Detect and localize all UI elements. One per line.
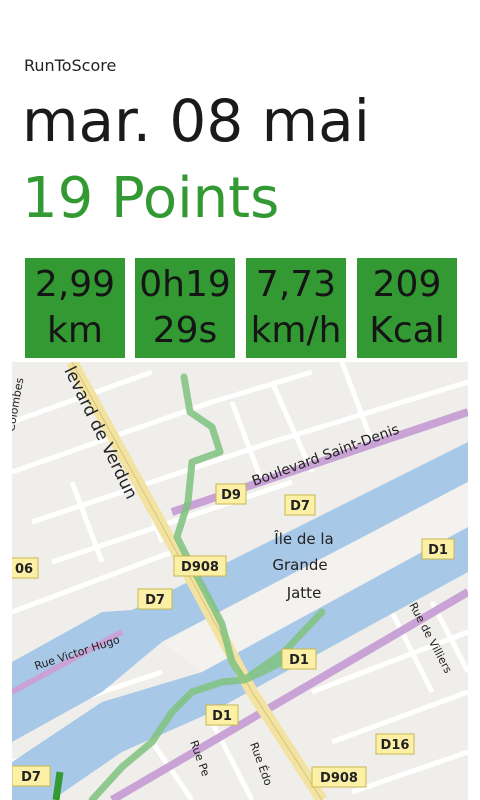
- svg-text:D7: D7: [290, 499, 310, 514]
- calories-tile[interactable]: 209 Kcal: [357, 258, 457, 358]
- shield-d7-left: D7: [12, 765, 51, 787]
- calories-value: 209: [372, 264, 442, 305]
- route-end-marker: [52, 771, 64, 800]
- shield-d1-center: D1: [281, 648, 317, 670]
- speed-tile[interactable]: 7,73 km/h: [246, 258, 346, 358]
- svg-text:Jatte: Jatte: [286, 584, 322, 602]
- svg-text:Grande: Grande: [272, 556, 327, 574]
- svg-text:D9: D9: [221, 488, 241, 503]
- app-name: RunToScore: [24, 56, 117, 75]
- svg-text:06: 06: [15, 562, 33, 577]
- distance-value: 2,99: [34, 264, 116, 305]
- shield-d1-right: D1: [421, 538, 455, 560]
- stats-tiles: 2,99 km 0h19 29s 7,73 km/h 209 Kcal: [25, 258, 457, 358]
- duration-tile[interactable]: 0h19 29s: [135, 258, 235, 358]
- shield-d908-bottom: D908: [311, 766, 367, 788]
- run-date: mar. 08 mai: [22, 87, 370, 155]
- shield-d16: D16: [375, 733, 415, 755]
- speed-value: 7,73: [255, 264, 337, 305]
- svg-text:Île de la: Île de la: [273, 529, 333, 548]
- shield-d7-top: D7: [284, 494, 316, 516]
- svg-text:D7: D7: [145, 593, 165, 608]
- map-canvas[interactable]: levard de Verdun Boulevard Saint-Denis R…: [12, 362, 468, 800]
- calories-unit: Kcal: [369, 310, 445, 351]
- shield-d7-mid: D7: [137, 588, 173, 610]
- shield-d1-lower: D1: [205, 704, 239, 726]
- shield-d06: 06: [12, 557, 39, 579]
- svg-text:D908: D908: [181, 560, 219, 575]
- svg-text:D1: D1: [212, 709, 232, 724]
- svg-text:D7: D7: [21, 770, 41, 785]
- svg-text:D1: D1: [428, 543, 448, 558]
- distance-unit: km: [47, 310, 103, 351]
- route-map[interactable]: levard de Verdun Boulevard Saint-Denis R…: [12, 362, 468, 800]
- speed-unit: km/h: [250, 310, 342, 351]
- svg-text:D1: D1: [289, 653, 309, 668]
- svg-text:D16: D16: [381, 738, 410, 753]
- distance-tile[interactable]: 2,99 km: [25, 258, 125, 358]
- duration-hours-minutes: 0h19: [139, 264, 231, 305]
- shield-d9: D9: [215, 483, 247, 505]
- duration-seconds: 29s: [152, 310, 218, 351]
- svg-text:D908: D908: [320, 771, 358, 786]
- run-points: 19 Points: [22, 166, 280, 231]
- shield-d908-mid: D908: [173, 555, 227, 577]
